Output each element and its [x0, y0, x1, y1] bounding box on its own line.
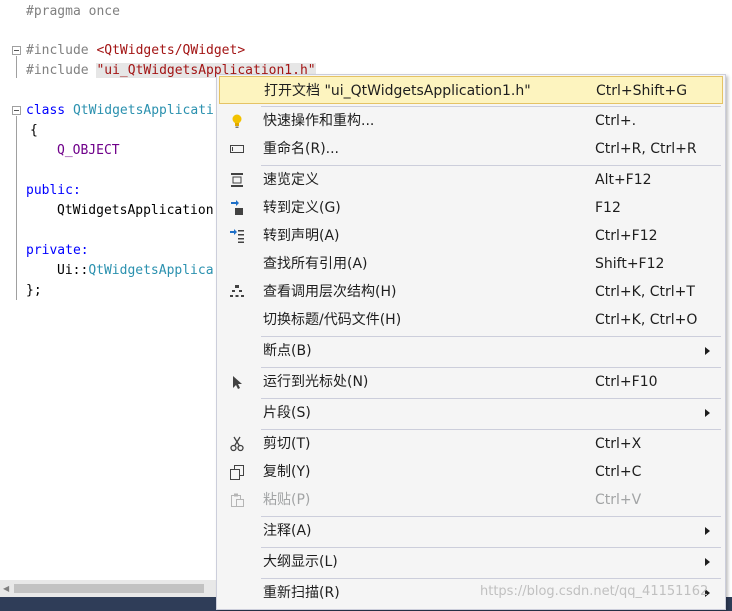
menu-item-go-to-definition[interactable]: 转到定义(G) F12: [219, 194, 723, 222]
go-to-definition-icon: [231, 200, 243, 215]
watermark: https://blog.csdn.net/qq_41151162: [480, 584, 709, 599]
menu-item-peek-definition[interactable]: 速览定义 Alt+F12: [219, 166, 723, 194]
menu-item-shortcut: F12: [595, 200, 621, 216]
menu-item-label: 重新扫描(R): [263, 585, 340, 601]
submenu-arrow-icon: [705, 527, 710, 535]
menu-item-call-hierarchy[interactable]: 查看调用层次结构(H) Ctrl+K, Ctrl+T: [219, 278, 723, 306]
menu-item-shortcut: Ctrl+K, Ctrl+O: [595, 312, 698, 328]
go-to-declaration-icon: [230, 229, 244, 243]
paste-icon: [231, 493, 244, 507]
code-line: Q_OBJECT: [57, 143, 120, 158]
menu-item-shortcut: Ctrl+.: [595, 113, 637, 129]
menu-item-toggle-header-code[interactable]: 切换标题/代码文件(H) Ctrl+K, Ctrl+O: [219, 306, 723, 334]
menu-item-label: 大纲显示(L): [263, 554, 338, 570]
rename-icon: [230, 145, 244, 153]
menu-item-label: 转到定义(G): [263, 200, 341, 216]
horizontal-scrollbar[interactable]: ◀: [0, 580, 216, 597]
code-token: <QtWidgets/QWidget>: [96, 43, 246, 58]
menu-item-label: 重命名(R)...: [263, 141, 340, 157]
menu-item-shortcut: Ctrl+Shift+G: [596, 83, 688, 99]
peek-definition-icon: [231, 173, 243, 187]
code-line: public:: [26, 183, 81, 198]
menu-item-label: 片段(S): [263, 405, 311, 421]
run-to-cursor-icon: [233, 376, 242, 389]
menu-item-label: 切换标题/代码文件(H): [263, 312, 402, 328]
menu-item-shortcut: Ctrl+X: [595, 436, 642, 452]
submenu-arrow-icon: [705, 409, 710, 417]
menu-item-breakpoint[interactable]: 断点(B): [219, 337, 723, 365]
collapse-toggle-icon[interactable]: [12, 46, 21, 55]
code-token: QtWidgetsApplica: [88, 263, 214, 278]
outline-guide: [16, 116, 17, 300]
menu-item-rename[interactable]: 重命名(R)... Ctrl+R, Ctrl+R: [219, 135, 723, 163]
code-line: private:: [26, 243, 89, 258]
code-line: {: [30, 123, 38, 138]
menu-item-label: 运行到光标处(N): [263, 374, 369, 390]
menu-item-label: 快速操作和重构...: [263, 113, 375, 129]
menu-item-outlining[interactable]: 大纲显示(L): [219, 548, 723, 576]
menu-item-snippet[interactable]: 片段(S): [219, 399, 723, 427]
menu-item-shortcut: Shift+F12: [595, 256, 665, 272]
code-line: Ui::QtWidgetsApplica: [57, 261, 214, 281]
collapse-toggle-icon[interactable]: [12, 106, 21, 115]
outline-guide: [16, 56, 17, 78]
menu-item-shortcut: Ctrl+C: [595, 464, 642, 480]
menu-item-shortcut: Ctrl+F12: [595, 228, 658, 244]
menu-item-comment[interactable]: 注释(A): [219, 517, 723, 545]
menu-item-label: 查看调用层次结构(H): [263, 284, 397, 300]
submenu-arrow-icon: [705, 347, 710, 355]
code-token: Ui::: [57, 263, 89, 278]
code-line: };: [26, 283, 42, 298]
menu-item-shortcut: Alt+F12: [595, 172, 652, 188]
menu-item-label: 剪切(T): [263, 436, 311, 452]
menu-item-paste[interactable]: 粘贴(P) Ctrl+V: [219, 486, 723, 514]
context-menu: 打开文档 "ui_QtWidgetsApplication1.h" Ctrl+S…: [216, 74, 726, 610]
menu-item-label: 断点(B): [263, 343, 312, 359]
code-token: class: [26, 103, 73, 118]
menu-item-shortcut: Ctrl+K, Ctrl+T: [595, 284, 695, 300]
menu-item-label: 速览定义: [263, 172, 319, 188]
menu-item-copy[interactable]: 复制(Y) Ctrl+C: [219, 458, 723, 486]
code-line: QtWidgetsApplication: [57, 203, 214, 218]
code-token: QtWidgetsApplicati: [72, 103, 214, 118]
menu-item-label: 打开文档 "ui_QtWidgetsApplication1.h": [264, 83, 531, 99]
menu-item-quick-actions[interactable]: 快速操作和重构... Ctrl+.: [219, 107, 723, 135]
menu-item-label: 复制(Y): [263, 464, 311, 480]
code-line: #pragma once: [26, 4, 120, 19]
menu-item-label: 转到声明(A): [263, 228, 340, 244]
copy-icon: [230, 465, 244, 480]
menu-item-label: 注释(A): [263, 523, 312, 539]
code-line: class QtWidgetsApplicati: [26, 101, 214, 121]
menu-item-find-all-references[interactable]: 查找所有引用(A) Shift+F12: [219, 250, 723, 278]
code-token: #include: [26, 43, 97, 58]
menu-item-run-to-cursor[interactable]: 运行到光标处(N) Ctrl+F10: [219, 368, 723, 396]
menu-item-cut[interactable]: 剪切(T) Ctrl+X: [219, 430, 723, 458]
scroll-left-arrow-icon[interactable]: ◀: [3, 584, 9, 593]
menu-item-open-document[interactable]: 打开文档 "ui_QtWidgetsApplication1.h" Ctrl+S…: [219, 76, 723, 104]
scroll-thumb[interactable]: [14, 584, 204, 593]
cut-icon: [230, 436, 244, 452]
call-hierarchy-icon: [230, 285, 244, 297]
submenu-arrow-icon: [705, 558, 710, 566]
menu-item-go-to-declaration[interactable]: 转到声明(A) Ctrl+F12: [219, 222, 723, 250]
menu-item-label: 粘贴(P): [263, 492, 311, 508]
menu-item-shortcut: Ctrl+F10: [595, 374, 658, 390]
menu-item-shortcut: Ctrl+R, Ctrl+R: [595, 141, 697, 157]
code-token: #include: [26, 63, 97, 78]
menu-item-label: 查找所有引用(A): [263, 256, 368, 272]
code-line: #include <QtWidgets/QWidget>: [26, 41, 245, 61]
menu-item-shortcut: Ctrl+V: [595, 492, 642, 508]
lightbulb-icon: [232, 114, 242, 128]
